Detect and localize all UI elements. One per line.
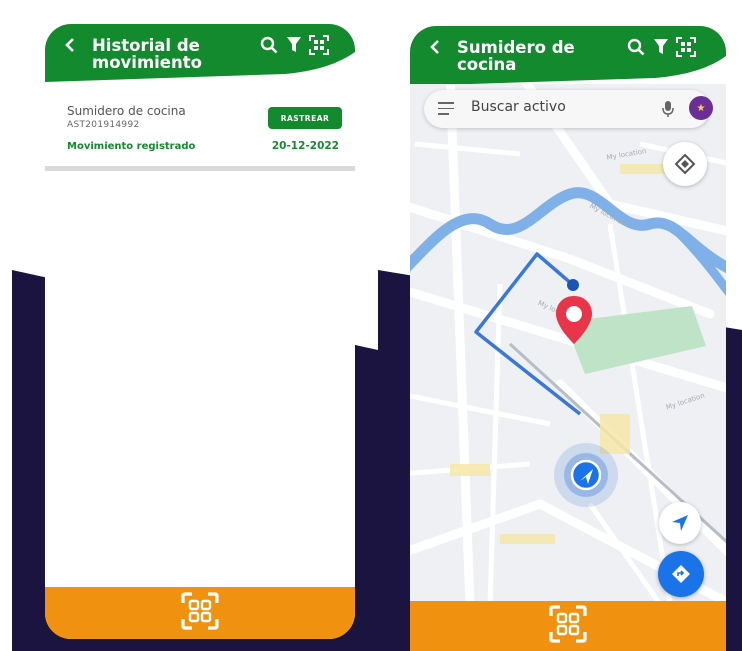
asset-name: Sumidero de cocina [67,104,186,118]
filter-icon[interactable] [651,37,671,57]
search-icon[interactable] [259,35,279,55]
bottom-bar [45,587,355,639]
search-icon[interactable] [626,37,646,57]
page-title: Sumidero de cocina [457,38,575,74]
qr-scan-icon[interactable] [676,37,696,57]
asset-code: AST201914992 [67,120,140,130]
directions-icon [672,565,690,583]
back-button[interactable] [65,37,75,57]
search-input[interactable]: Buscar activo [471,99,566,115]
qr-scan-icon[interactable] [309,35,329,55]
navigation-arrow-icon [672,515,688,531]
page-title: Historial de movimiento [92,36,202,72]
bottom-bar [410,601,726,651]
current-location-marker [553,442,619,508]
movement-card: Sumidero de cocina AST201914992 RASTREAR… [45,88,355,171]
qr-scan-icon[interactable] [549,605,587,647]
microphone-icon[interactable] [662,100,674,122]
menu-icon[interactable] [438,102,454,119]
avatar[interactable]: ★ [689,96,713,120]
layers-button[interactable] [663,142,707,186]
phone-screen-history: Historial de movimiento Sumidero de coci… [45,24,355,639]
back-button[interactable] [430,39,440,59]
chevron-left-icon [65,38,74,52]
app-header: Historial de movimiento [45,24,355,82]
search-bar[interactable]: Buscar activo ★ [424,90,713,128]
qr-scan-icon[interactable] [181,592,219,634]
my-location-button[interactable] [659,502,701,544]
app-header: Sumidero de cocina [410,26,726,84]
movement-status: Movimiento registrado [67,141,196,152]
movement-date: 20-12-2022 [271,140,339,152]
layers-icon [674,153,696,175]
track-button[interactable]: RASTREAR [268,107,342,129]
chevron-left-icon [430,40,439,54]
directions-button[interactable] [658,551,704,597]
phone-screen-map: My location My location My location My l… [410,26,726,651]
filter-icon[interactable] [284,35,304,55]
